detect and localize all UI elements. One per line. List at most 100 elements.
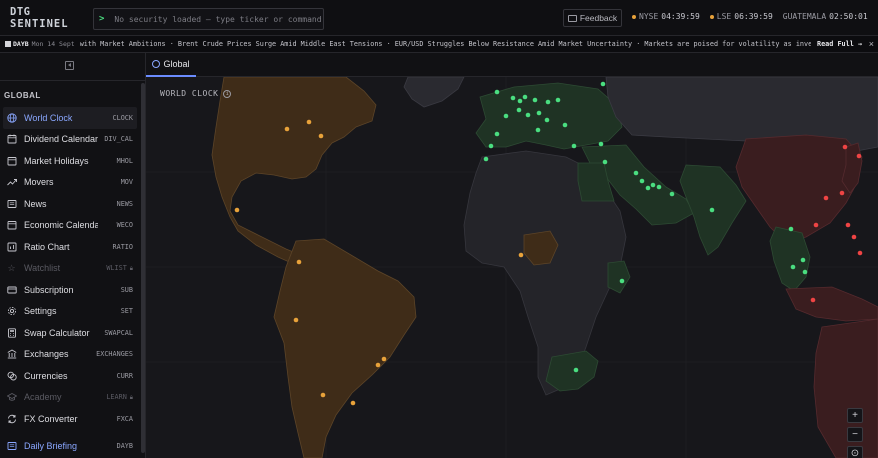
region-south-america[interactable] (273, 238, 417, 458)
sidebar-item-code: LEARN 🔒︎ (106, 393, 133, 402)
sidebar-item-dividend-calendar[interactable]: Dividend Calendar DIV_CAL (3, 129, 137, 151)
sidebar-item-settings[interactable]: Settings SET (3, 301, 137, 323)
exchange-dot[interactable] (602, 159, 608, 165)
exchange-dot[interactable] (381, 356, 387, 362)
sidebar-item-ratio-chart[interactable]: Ratio Chart RATIO (3, 236, 137, 258)
exchange-dot[interactable] (483, 156, 489, 162)
exchange-dot[interactable] (535, 127, 541, 133)
exchange-dot[interactable] (234, 207, 240, 213)
region-indonesia[interactable] (785, 286, 878, 322)
exchange-dot[interactable] (856, 153, 862, 159)
exchange-dot[interactable] (645, 185, 651, 191)
exchange-dot[interactable] (318, 133, 324, 139)
exchange-dot[interactable] (350, 400, 356, 406)
exchange-dot[interactable] (293, 317, 299, 323)
sidebar-scrollbar[interactable] (141, 83, 145, 453)
locate-icon[interactable]: ⊙ (847, 446, 863, 458)
exchange-dot[interactable] (522, 94, 528, 100)
exchange-dot[interactable] (375, 362, 381, 368)
sidebar-item-swap-calculator[interactable]: Swap Calculator SWAPCAL (3, 322, 137, 344)
feedback-button[interactable]: Feedback (563, 9, 622, 27)
zoom-out-button[interactable]: − (847, 427, 863, 442)
exchange-dot[interactable] (555, 97, 561, 103)
exchange-dot[interactable] (518, 252, 524, 258)
exchange-dot[interactable] (516, 107, 522, 113)
close-icon[interactable]: × (869, 39, 874, 49)
exchange-dot[interactable] (494, 131, 500, 137)
exchange-dot[interactable] (656, 184, 662, 190)
sidebar-item-market-holidays[interactable]: Market Holidays MHOL (3, 150, 137, 172)
region-north-america[interactable] (211, 77, 377, 266)
exchange-dot[interactable] (510, 95, 516, 101)
world-map[interactable]: WORLD CLOCK i + − ⊙ (146, 77, 878, 458)
exchange-dot[interactable] (306, 119, 312, 125)
region-australia[interactable] (813, 318, 878, 458)
exchange-dot[interactable] (842, 144, 848, 150)
sidebar-item-code: NEWS (116, 199, 133, 208)
exchange-dot[interactable] (813, 222, 819, 228)
sidebar-item-daily-briefing[interactable]: Daily Briefing DAYB (3, 436, 137, 458)
exchange-dot[interactable] (669, 191, 675, 197)
exchange-dot[interactable] (790, 264, 796, 270)
news-ticker: DAYB Mon 14 Sept with Market Ambitions ·… (0, 36, 878, 53)
sidebar-item-watchlist[interactable]: ☆ Watchlist WLIST 🔒︎ (3, 258, 137, 280)
exchange-dot[interactable] (562, 122, 568, 128)
sidebar-item-economic-calendar[interactable]: Economic Calendar WECO (3, 215, 137, 237)
sidebar-item-currencies[interactable]: Currencies CURR (3, 365, 137, 387)
region-east-asia[interactable] (735, 134, 863, 244)
exchange-dot[interactable] (494, 89, 500, 95)
clock-lse: LSE 06:39:59 (709, 12, 773, 21)
region-greenland[interactable] (403, 77, 465, 108)
exchange-dot[interactable] (857, 250, 863, 256)
sidebar-item-code: RATIO (112, 242, 133, 251)
command-input[interactable]: > No security loaded — type ticker or co… (93, 8, 324, 30)
exchange-dot[interactable] (284, 126, 290, 132)
sidebar-item-academy[interactable]: Academy LEARN 🔒︎ (3, 387, 137, 409)
exchange-dot[interactable] (517, 98, 523, 104)
exchange-dot[interactable] (810, 297, 816, 303)
exchange-dot[interactable] (296, 259, 302, 265)
sidebar-item-movers[interactable]: Movers MOV (3, 172, 137, 194)
exchange-dot[interactable] (532, 97, 538, 103)
exchange-dot[interactable] (598, 141, 604, 147)
exchange-dot[interactable] (788, 226, 794, 232)
sidebar-item-code: CLOCK (112, 113, 133, 122)
zoom-in-button[interactable]: + (847, 408, 863, 423)
read-full-link[interactable]: Read Full → (810, 36, 862, 52)
sidebar-item-world-clock[interactable]: World Clock CLOCK (3, 107, 137, 129)
tab-global[interactable]: Global (146, 53, 196, 77)
sidebar-item-exchanges[interactable]: Exchanges EXCHANGES (3, 344, 137, 366)
collapse-sidebar-icon[interactable] (65, 61, 74, 70)
sidebar-item-fx-converter[interactable]: FX Converter FXCA (3, 408, 137, 430)
exchange-dot[interactable] (600, 81, 606, 87)
region-kenya[interactable] (607, 260, 631, 294)
exchange-dot[interactable] (802, 269, 808, 275)
ticker-text[interactable]: with Market Ambitions · Brent Crude Pric… (80, 40, 813, 48)
ticker-tag[interactable]: DAYB (5, 40, 29, 48)
exchange-dot[interactable] (839, 190, 845, 196)
exchange-dot[interactable] (800, 257, 806, 263)
sidebar-item-label: Academy (24, 392, 62, 403)
exchange-dot[interactable] (545, 99, 551, 105)
info-icon[interactable]: i (223, 89, 232, 98)
exchange-dot[interactable] (536, 110, 542, 116)
exchange-dot[interactable] (320, 392, 326, 398)
app-logo[interactable]: DTG SENTINEL (10, 6, 84, 30)
exchange-dot[interactable] (573, 367, 579, 373)
exchange-dot[interactable] (823, 195, 829, 201)
exchange-dot[interactable] (845, 222, 851, 228)
sidebar-item-subscription[interactable]: Subscription SUB (3, 279, 137, 301)
exchange-dot[interactable] (571, 143, 577, 149)
sidebar-item-news[interactable]: News NEWS (3, 193, 137, 215)
exchange-dot[interactable] (639, 178, 645, 184)
exchange-dot[interactable] (488, 143, 494, 149)
exchange-dot[interactable] (709, 207, 715, 213)
exchange-dot[interactable] (650, 182, 656, 188)
region-south-africa[interactable] (545, 350, 599, 392)
exchange-dot[interactable] (525, 112, 531, 118)
exchange-dot[interactable] (851, 234, 857, 240)
exchange-dot[interactable] (633, 170, 639, 176)
exchange-dot[interactable] (503, 113, 509, 119)
exchange-dot[interactable] (619, 278, 625, 284)
exchange-dot[interactable] (544, 117, 550, 123)
